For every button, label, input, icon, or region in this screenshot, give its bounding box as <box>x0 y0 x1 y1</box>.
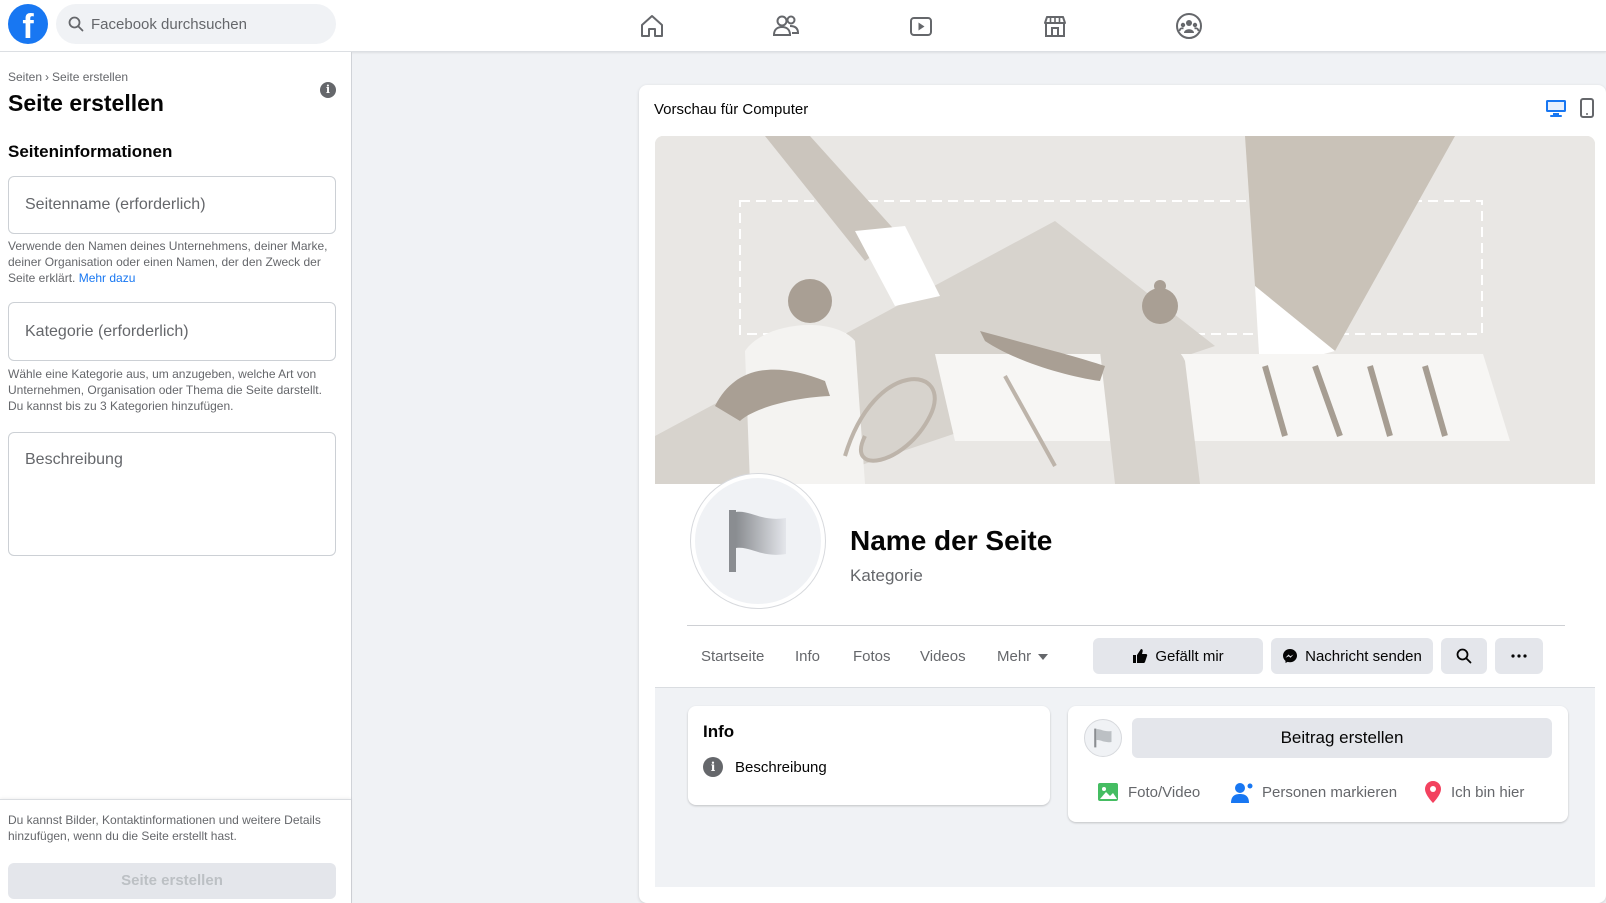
cover-photo-illustration <box>655 136 1595 484</box>
page-search-button[interactable] <box>1441 638 1487 674</box>
nav-friends[interactable] <box>756 8 816 44</box>
tab-home[interactable]: Startseite <box>701 648 764 665</box>
description-placeholder: Beschreibung <box>25 451 123 468</box>
nav-home[interactable] <box>622 8 682 44</box>
info-description-row: i Beschreibung <box>703 757 827 777</box>
create-post-card: Beitrag erstellen Foto/Video Personen ma… <box>1068 706 1568 822</box>
home-icon <box>641 15 663 37</box>
nav-groups[interactable] <box>1159 8 1219 44</box>
photo-icon <box>1098 783 1118 801</box>
thumbs-up-icon <box>1133 649 1148 663</box>
send-message-button[interactable]: Nachricht senden <box>1271 638 1433 674</box>
tab-more[interactable]: Mehr <box>997 648 1049 665</box>
check-in-label: Ich bin hier <box>1451 783 1525 801</box>
location-pin-icon <box>1425 781 1441 803</box>
nav-marketplace[interactable] <box>1025 8 1085 44</box>
mobile-preview-toggle[interactable] <box>1580 98 1594 123</box>
section-title: Seiteninformationen <box>8 142 173 161</box>
create-page-panel: Seiten › Seite erstellen Seite erstellen i… <box>0 52 352 903</box>
photo-video-option[interactable]: Foto/Video <box>1096 780 1200 804</box>
page-avatar <box>1084 719 1122 757</box>
top-navigation-bar: f <box>0 0 1606 52</box>
preview-title: Vorschau für Computer <box>654 101 809 118</box>
tab-videos[interactable]: Videos <box>920 648 966 665</box>
breadcrumb-pages-link[interactable]: Seiten <box>8 70 42 84</box>
caret-down-icon <box>1038 653 1049 660</box>
facebook-logo-icon[interactable]: f <box>8 4 48 44</box>
friends-icon <box>772 15 800 36</box>
learn-more-link[interactable]: Mehr dazu <box>79 271 136 285</box>
breadcrumb-separator: › <box>45 70 50 84</box>
page-name-helper: Verwende den Namen deines Unternehmens, … <box>8 238 328 286</box>
info-icon: i <box>703 757 723 777</box>
footer-note: Du kannst Bilder, Kontaktinformationen u… <box>8 813 321 843</box>
profile-picture[interactable] <box>691 474 825 608</box>
breadcrumb-current: Seite erstellen <box>52 70 129 84</box>
search-icon <box>1456 648 1472 664</box>
page-name-input[interactable]: Seitenname (erforderlich) <box>8 176 336 234</box>
search-input[interactable] <box>91 15 311 33</box>
create-post-button[interactable]: Beitrag erstellen <box>1132 718 1552 758</box>
more-options-button[interactable] <box>1495 638 1543 674</box>
desktop-icon <box>1546 100 1566 117</box>
page-category-label: Kategorie <box>850 566 923 585</box>
description-textarea[interactable]: Beschreibung <box>8 432 336 556</box>
tag-people-icon <box>1231 783 1253 803</box>
tab-more-label: Mehr <box>997 648 1032 665</box>
category-input[interactable]: Kategorie (erforderlich) <box>8 302 336 361</box>
page-name-placeholder: Seitenname (erforderlich) <box>25 196 206 213</box>
category-helper: Wähle eine Kategorie aus, um anzugeben, … <box>8 367 322 413</box>
info-card: Info i Beschreibung <box>688 706 1050 805</box>
photo-video-label: Foto/Video <box>1128 783 1201 801</box>
mobile-icon <box>1580 98 1594 118</box>
like-button[interactable]: Gefällt mir <box>1093 638 1263 674</box>
nav-watch[interactable] <box>891 8 951 44</box>
desktop-preview-card: Vorschau für Computer Name der Seite Kat… <box>639 85 1606 903</box>
marketplace-icon <box>1044 16 1066 37</box>
watch-icon <box>910 17 932 36</box>
tag-people-option[interactable]: Personen markieren <box>1230 780 1397 804</box>
breadcrumb: Seiten › Seite erstellen <box>8 70 128 84</box>
flag-icon <box>1094 728 1112 748</box>
info-description-label: Beschreibung <box>735 758 827 776</box>
messenger-icon <box>1283 649 1298 663</box>
send-message-label: Nachricht senden <box>1305 647 1422 665</box>
desktop-preview-toggle[interactable] <box>1545 98 1567 123</box>
tab-photos[interactable]: Fotos <box>853 648 891 665</box>
like-button-label: Gefällt mir <box>1155 647 1224 665</box>
cover-illustration-image <box>655 136 1595 484</box>
page-title: Seite erstellen <box>8 90 164 116</box>
check-in-option[interactable]: Ich bin hier <box>1423 780 1524 804</box>
header-divider <box>687 625 1565 626</box>
tab-info[interactable]: Info <box>795 648 820 665</box>
tag-people-label: Personen markieren <box>1262 783 1398 801</box>
ellipsis-icon <box>1511 654 1527 658</box>
create-page-button[interactable]: Seite erstellen <box>8 863 336 899</box>
preview-body: Info i Beschreibung Beitrag erstellen Fo… <box>655 687 1595 887</box>
groups-icon <box>1176 13 1202 39</box>
page-name-helper-text: Verwende den Namen deines Unternehmens, … <box>8 239 328 285</box>
info-icon[interactable]: i <box>320 82 336 98</box>
left-panel-footer: Du kannst Bilder, Kontaktinformationen u… <box>0 799 351 903</box>
flag-icon <box>729 510 786 572</box>
search-bar[interactable] <box>56 4 336 44</box>
search-icon <box>68 16 84 32</box>
info-card-title: Info <box>703 722 735 741</box>
page-name-heading: Name der Seite <box>850 525 1053 556</box>
category-placeholder: Kategorie (erforderlich) <box>25 322 189 340</box>
